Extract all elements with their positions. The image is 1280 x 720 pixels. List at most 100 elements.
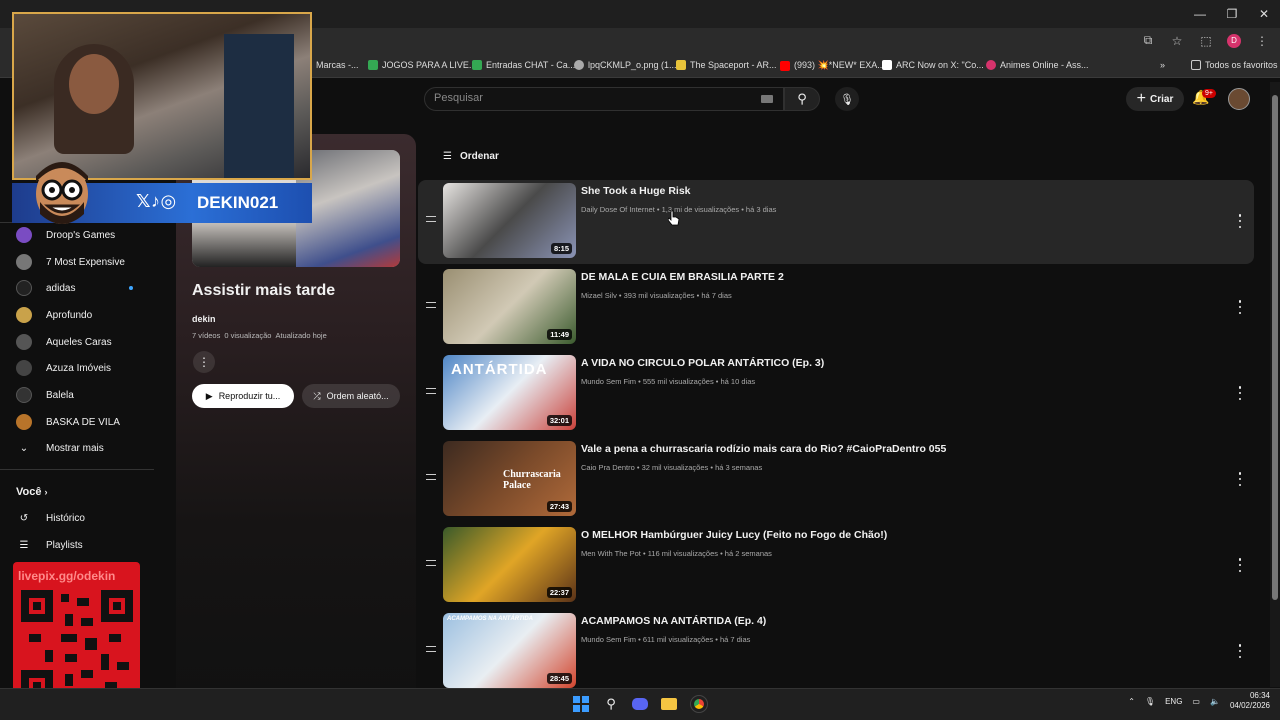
video-title[interactable]: DE MALA E CUIA EM BRASILIA PARTE 2 [581, 271, 784, 283]
sidebar-item-aqueles-caras[interactable]: Aqueles Caras [16, 331, 112, 353]
language-indicator[interactable]: ENG [1165, 697, 1182, 706]
bookmark-item[interactable]: JOGOS PARA A LIVE... [368, 60, 476, 70]
channel-name[interactable]: Men With The Pot [581, 549, 641, 558]
discord-icon[interactable] [631, 695, 649, 713]
x-logo-icon [882, 60, 892, 70]
drag-handle-icon[interactable] [426, 302, 436, 308]
webcam-overlay [12, 12, 312, 180]
video-row[interactable]: 22:37 O MELHOR Hambúrguer Juicy Lucy (Fei… [418, 524, 1254, 608]
video-title[interactable]: Vale a pena a churrascaria rodízio mais … [581, 443, 946, 455]
star-icon[interactable]: ☆ [1169, 34, 1185, 48]
show-more-button[interactable]: ⌄ Mostrar mais [16, 437, 104, 459]
meta-separator: • [713, 377, 721, 386]
video-row[interactable]: 27:43 Churrascaria Palace Vale a pena a ch… [418, 438, 1254, 522]
bookmarks-overflow-button[interactable]: » [1160, 60, 1165, 70]
upload-age: há 7 dias [701, 291, 732, 300]
sidebar-item-history[interactable]: ↺ Histórico [16, 507, 85, 529]
sort-button[interactable]: ☰ Ordenar [443, 151, 499, 162]
profile-avatar[interactable]: D [1227, 33, 1241, 48]
playlist-more-button[interactable]: ⋮ [193, 351, 215, 373]
channel-name[interactable]: Daily Dose Of Internet [581, 205, 655, 214]
video-row[interactable]: 28:45 ACAMPAMOS NA ANTÁRTIDA ACAMPAMOS NA … [418, 610, 1254, 694]
video-title[interactable]: A VIDA NO CIRCULO POLAR ANTÁRTICO (Ep. 3… [581, 357, 824, 369]
search-button[interactable]: ⚲ [784, 87, 820, 111]
more-actions-icon[interactable] [1236, 214, 1244, 228]
video-row[interactable]: 32:01 ANTÁRTIDA A VIDA NO CIRCULO POLAR AN… [418, 352, 1254, 436]
you-section-header[interactable]: Você › [16, 486, 48, 498]
clock[interactable]: 06:34 04/02/2026 [1230, 691, 1270, 711]
sidebar-item-playlists[interactable]: ☰ Playlists [16, 534, 83, 556]
play-all-button[interactable]: ▶ Reproduzir tu... [192, 384, 294, 408]
drag-handle-icon[interactable] [426, 560, 436, 566]
sidebar-item-label: Histórico [46, 512, 85, 524]
sidebar-item-label: Aqueles Caras [46, 336, 112, 348]
more-actions-icon[interactable] [1236, 644, 1244, 658]
restore-button[interactable]: ❐ [1216, 0, 1248, 28]
taskbar-search-icon[interactable]: ⚲ [602, 695, 620, 713]
video-title[interactable]: ACAMPAMOS NA ANTÁRTIDA (Ep. 4) [581, 615, 766, 627]
bookmark-item[interactable]: The Spaceport - AR... [676, 60, 777, 70]
video-thumbnail[interactable]: 22:37 [443, 527, 576, 602]
cast-icon[interactable]: ⧉ [1140, 33, 1156, 48]
chrome-icon[interactable] [690, 695, 708, 713]
playlist-owner[interactable]: dekin [192, 314, 216, 324]
file-explorer-icon[interactable] [660, 695, 678, 713]
network-icon[interactable]: ▭ [1192, 697, 1200, 706]
meta-separator: • [713, 635, 720, 644]
sidebar-item-azuza-imoveis[interactable]: Azuza Imóveis [16, 357, 111, 379]
sidebar-item-label: Azuza Imóveis [46, 362, 112, 374]
chevron-up-icon[interactable]: ⌃ [1128, 697, 1135, 706]
channel-name[interactable]: Caio Pra Dentro [581, 463, 635, 472]
all-bookmarks-button[interactable]: Todos os favoritos [1191, 60, 1278, 70]
close-window-button[interactable]: ✕ [1248, 0, 1280, 28]
video-duration: 28:45 [546, 673, 572, 684]
sidebar-item-adidas[interactable]: adidas [16, 277, 75, 299]
bookmark-item[interactable]: Marcas -... [316, 60, 359, 70]
bookmark-item[interactable]: Entradas CHAT - Ca... [472, 60, 575, 70]
drag-handle-icon[interactable] [426, 646, 436, 652]
microphone-tray-icon[interactable]: 🎙 [1145, 697, 1155, 706]
video-row[interactable]: 8:15 She Took a Huge Risk Daily Dose Of In… [418, 180, 1254, 264]
bookmark-item[interactable]: lpqCKMLP_o.png (1... [574, 60, 677, 70]
drag-handle-icon[interactable] [426, 474, 436, 480]
more-actions-icon[interactable] [1236, 300, 1244, 314]
more-actions-icon[interactable] [1236, 472, 1244, 486]
video-title[interactable]: She Took a Huge Risk [581, 185, 691, 197]
video-thumbnail[interactable]: 8:15 [443, 183, 576, 258]
video-thumbnail[interactable]: 27:43 Churrascaria Palace [443, 441, 576, 516]
voice-search-button[interactable]: 🎙 [835, 87, 859, 111]
drag-handle-icon[interactable] [426, 216, 436, 222]
video-thumbnail[interactable]: 28:45 ACAMPAMOS NA ANTÁRTIDA [443, 613, 576, 688]
bookmark-item[interactable]: Animes Online - Ass... [986, 60, 1089, 70]
video-duration: 27:43 [546, 501, 572, 512]
bookmark-item[interactable]: (993) 💥*NEW* EXA... [780, 60, 885, 71]
extensions-icon[interactable]: ⬚ [1198, 34, 1214, 48]
video-duration: 22:37 [546, 587, 572, 598]
shuffle-button[interactable]: ⤮ Ordem aleató... [302, 384, 400, 408]
volume-icon[interactable]: 🔈 [1210, 697, 1220, 706]
menu-kebab-icon[interactable]: ⋮ [1254, 34, 1270, 48]
sidebar-item-baska-de-vila[interactable]: BASKA DE VILA [16, 411, 120, 433]
channel-name[interactable]: Mizael Silv [581, 291, 617, 300]
bookmark-item[interactable]: ARC Now on X: "Co... [882, 60, 984, 70]
account-avatar[interactable] [1228, 88, 1250, 110]
channel-name[interactable]: Mundo Sem Fim [581, 377, 636, 386]
more-actions-icon[interactable] [1236, 558, 1244, 572]
video-duration: 32:01 [546, 415, 572, 426]
video-title[interactable]: O MELHOR Hambúrguer Juicy Lucy (Feito no… [581, 529, 887, 541]
scrollbar-thumb[interactable] [1272, 95, 1278, 600]
minimize-button[interactable]: — [1184, 0, 1216, 28]
video-thumbnail[interactable]: 32:01 ANTÁRTIDA [443, 355, 576, 430]
sidebar-item-7-most-expensive[interactable]: 7 Most Expensive [16, 251, 125, 273]
create-button[interactable]: + Criar [1126, 87, 1184, 111]
video-thumbnail[interactable]: 11:49 [443, 269, 576, 344]
more-actions-icon[interactable] [1236, 386, 1244, 400]
search-placeholder: Pesquisar [434, 92, 483, 104]
keyboard-icon[interactable] [761, 95, 773, 103]
windows-start-icon[interactable] [572, 695, 590, 713]
video-row[interactable]: 11:49 DE MALA E CUIA EM BRASILIA PARTE 2 M… [418, 266, 1254, 350]
drag-handle-icon[interactable] [426, 388, 436, 394]
sidebar-item-balela[interactable]: Balela [16, 384, 74, 406]
sidebar-item-aprofundo[interactable]: Aprofundo [16, 304, 92, 326]
channel-name[interactable]: Mundo Sem Fim [581, 635, 636, 644]
